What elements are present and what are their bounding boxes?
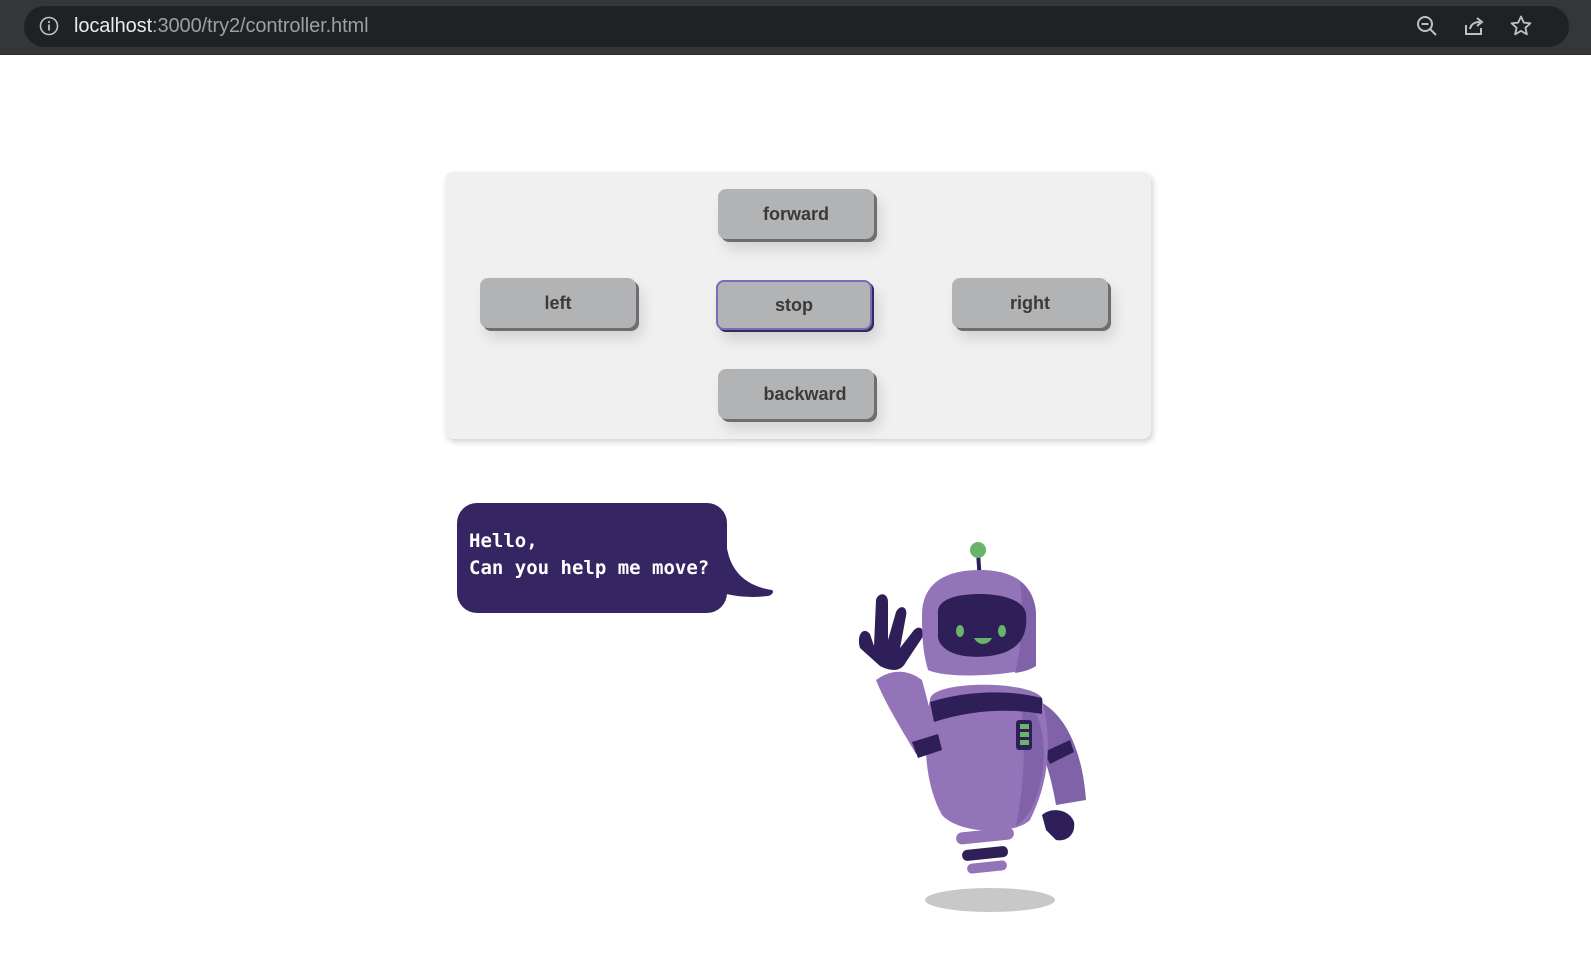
speech-text: Hello, Can you help me move? — [469, 528, 709, 582]
left-button[interactable]: left — [480, 278, 636, 328]
zoom-out-icon[interactable] — [1414, 13, 1440, 39]
forward-button[interactable]: forward — [718, 189, 874, 239]
share-icon[interactable] — [1461, 13, 1487, 39]
url-host: localhost — [74, 15, 153, 37]
url-path: :3000/try2/controller.html — [152, 15, 369, 37]
right-button[interactable]: right — [952, 278, 1108, 328]
url-text[interactable]: localhost:3000/try2/controller.html — [74, 14, 369, 38]
bookmark-star-icon[interactable] — [1508, 13, 1534, 39]
backward-button[interactable]: backward — [718, 369, 874, 419]
info-icon[interactable] — [39, 16, 59, 36]
stop-button[interactable]: stop — [716, 280, 872, 330]
speech-line-1: Hello, — [469, 530, 538, 552]
speech-bubble-tail — [700, 540, 773, 597]
speech-line-2: Can you help me move? — [469, 557, 710, 579]
robot-illustration — [858, 542, 1086, 912]
browser-toolbar: localhost:3000/try2/controller.html — [0, 0, 1591, 55]
